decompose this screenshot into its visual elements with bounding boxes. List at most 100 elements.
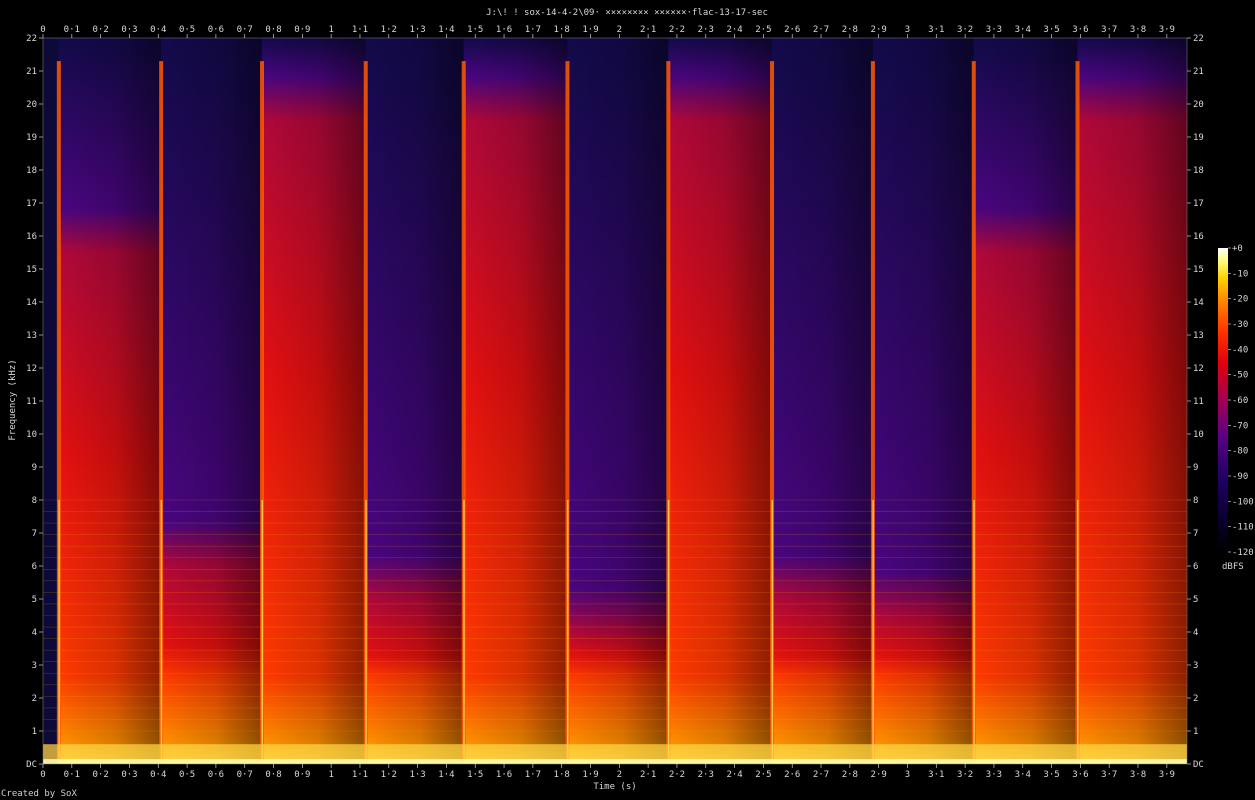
y-tick-label: 8 [32,496,37,506]
x-tick-label: 1 [328,770,333,780]
x-tick-label: 3·2 [957,25,973,35]
onset-core [365,500,367,764]
x-tick-label: 2·1 [640,770,656,780]
x-tick-label: 1·1 [352,25,368,35]
y-tick-label: 21 [26,67,37,77]
x-tick-label: 3·7 [1101,25,1117,35]
x-tick-label: 0·8 [265,770,281,780]
x-tick-label: 2·2 [669,770,685,780]
dc-band [43,759,1187,764]
x-tick-label: 0·7 [237,770,253,780]
x-tick-label: 0·9 [294,770,310,780]
x-tick-label: 0·8 [265,25,281,35]
segment-decay-shade [161,38,263,764]
y-tick-label: 4 [1193,628,1198,638]
colorbar-tick-label: -40 [1232,345,1248,355]
y-tick-label: 3 [32,661,37,671]
x-tick-label: 3·8 [1130,25,1146,35]
x-tick-label: 3·1 [928,25,944,35]
colorbar-tick-label: -100 [1232,497,1254,507]
x-tick-label: 0·5 [179,25,195,35]
x-axis-top: 0 0·1 0·2 0·3 0·4 0·5 0·6 0·7 0·8 0·9 1 1·1 1·2 1·3 1·… [40,25,1175,38]
y-tick-label: 22 [26,34,37,44]
x-tick-label: 1·3 [409,770,425,780]
y-tick-label: 9 [32,463,37,473]
y-tick-label: 1 [1193,727,1198,737]
x-tick-label: 0 [40,25,45,35]
x-tick-label: 1·2 [381,25,397,35]
x-tick-label: 3·2 [957,770,973,780]
x-tick-label: 2·3 [698,25,714,35]
colorbar-tick-label: -80 [1232,447,1248,457]
x-tick-label: 3·8 [1130,770,1146,780]
y-axis-left: DC12345678910111213141516171819202122 [26,34,43,770]
x-tick-label: 1·6 [496,770,512,780]
x-tick-label: 0 [40,770,45,780]
x-tick-label: 3·5 [1043,770,1059,780]
onset-core [58,500,60,764]
y-tick-label: 3 [1193,661,1198,671]
x-tick-label: 0·2 [92,770,108,780]
y-tick-label: 13 [26,331,37,341]
colorbar-tick-label: -20 [1232,295,1248,305]
x-tick-label: 3·9 [1159,25,1175,35]
x-tick-label: 3·3 [986,25,1002,35]
colorbar-tick-label: -70 [1232,421,1248,431]
x-axis-bottom: 0 0·1 0·2 0·3 0·4 0·5 0·6 0·7 0·8 0·9 1 1·1 1·2 1·3 1·… [40,764,1175,780]
y-tick-label: 20 [1193,100,1204,110]
colorbar-tick-label: +0 [1232,244,1243,254]
x-tick-label: 3·3 [986,770,1002,780]
plot-area [42,37,1188,765]
x-tick-label: 1·7 [525,770,541,780]
spectrogram-chart: J:\! ! sox-14-4-2\09· ×××××××× ××××××·fl… [8,8,1254,792]
y-tick-label: 2 [1193,694,1198,704]
x-tick-label: 2·6 [784,25,800,35]
y-tick-label: 15 [1193,265,1204,275]
x-tick-label: 2·6 [784,770,800,780]
x-tick-label: 0·4 [150,25,166,35]
colorbar-gradient [1218,248,1228,552]
x-tick-label: 3·6 [1072,25,1088,35]
x-tick-label: 0·7 [237,25,253,35]
x-tick-label: 2·4 [726,770,742,780]
y-tick-label: 10 [26,430,37,440]
x-tick-label: 3·7 [1101,770,1117,780]
y-tick-label: 22 [1193,34,1204,44]
y-tick-label: 14 [26,298,37,308]
y-tick-label: 18 [26,166,37,176]
segment-decay-shade [872,38,974,764]
segment-decay-shade [973,38,1078,764]
x-tick-label: 2·9 [871,770,887,780]
y-tick-label: 7 [1193,529,1198,539]
x-tick-label: 3·9 [1159,770,1175,780]
x-tick-label: 1·2 [381,770,397,780]
x-tick-label: 0·1 [64,770,80,780]
x-tick-label: 0·5 [179,770,195,780]
colorbar-tick-label: -120 [1232,548,1254,558]
x-tick-label: 3·1 [928,770,944,780]
x-tick-label: 3·4 [1015,770,1031,780]
y-tick-label: 17 [26,199,37,209]
x-tick-label: 2·2 [669,25,685,35]
colorbar-tick-label: -110 [1232,523,1254,533]
onset-core [1076,500,1079,764]
x-tick-label: 0·1 [64,25,80,35]
y-axis-right: DC12345678910111213141516171819202122 [1187,34,1204,770]
y-tick-label: 4 [32,628,37,638]
y-tick-label: DC [1193,760,1204,770]
y-tick-label: 12 [1193,364,1204,374]
x-tick-label: 1·9 [582,770,598,780]
x-axis-label: Time (s) [593,782,636,792]
colorbar-tick-label: -90 [1232,472,1248,482]
y-tick-label: 6 [1193,562,1198,572]
y-tick-label: 8 [1193,496,1198,506]
segment-decay-shade [365,38,464,764]
x-tick-label: 3·6 [1072,770,1088,780]
y-tick-label: 13 [1193,331,1204,341]
y-tick-label: 6 [32,562,37,572]
onset-core [872,500,874,764]
onset-core [771,500,774,764]
x-tick-label: 1·5 [467,770,483,780]
x-tick-label: 1·6 [496,25,512,35]
x-tick-label: 2·7 [813,25,829,35]
